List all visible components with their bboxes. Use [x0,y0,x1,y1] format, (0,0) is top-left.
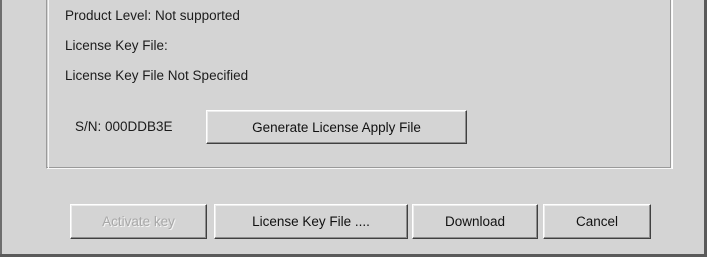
serial-number-text: S/N: 000DDB3E [75,119,173,134]
generate-license-apply-file-button[interactable]: Generate License Apply File [206,110,467,144]
product-level-text: Product Level: Not supported [65,8,240,23]
license-key-file-button[interactable]: License Key File .... [214,204,408,239]
license-key-file-label: License Key File: [65,38,168,53]
license-dialog: Product Level: Not supported License Key… [0,0,707,257]
activate-key-button[interactable]: Activate key [70,204,207,239]
download-button[interactable]: Download [412,204,538,239]
cancel-button[interactable]: Cancel [543,204,651,239]
license-info-panel: Product Level: Not supported License Key… [46,0,672,169]
license-key-file-status: License Key File Not Specified [65,68,249,83]
